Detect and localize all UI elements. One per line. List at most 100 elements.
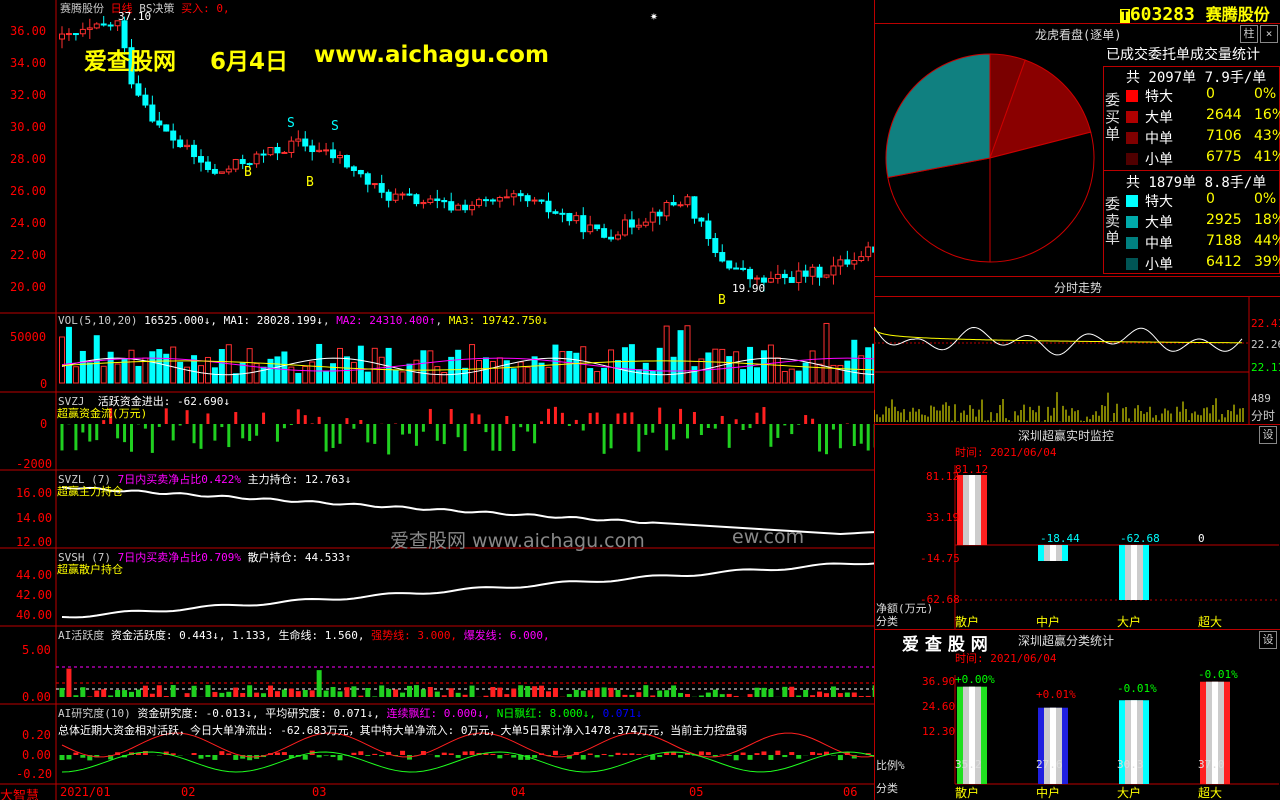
row-name: 特大 bbox=[1145, 194, 1173, 210]
candle bbox=[204, 161, 211, 170]
candle bbox=[615, 234, 621, 240]
research-bar bbox=[754, 753, 760, 755]
stock-name: 赛腾股份 bbox=[60, 2, 104, 15]
mon-cat: 散户 bbox=[955, 615, 980, 629]
activity-bar bbox=[288, 688, 294, 697]
flow-bar bbox=[477, 414, 481, 424]
candle bbox=[489, 199, 496, 202]
candle bbox=[184, 144, 191, 148]
row-name: 小单 bbox=[1145, 152, 1173, 168]
research-bar bbox=[226, 753, 232, 755]
flow-bar bbox=[178, 424, 182, 426]
candle bbox=[330, 149, 337, 159]
candle bbox=[642, 221, 649, 226]
cls-xlabel: 分类 bbox=[876, 782, 898, 795]
retail-net-bar-shine bbox=[969, 475, 975, 545]
flow-bar bbox=[567, 424, 571, 426]
research-bar bbox=[59, 755, 65, 761]
research-bar bbox=[775, 750, 781, 755]
candle bbox=[621, 219, 628, 236]
air-axis-zero: 0.00 bbox=[22, 748, 51, 762]
research-bar bbox=[705, 752, 711, 755]
volume-bar bbox=[740, 369, 747, 384]
activity-bar bbox=[135, 689, 141, 697]
buy-total: 共 2097单 7.9手/单 bbox=[1126, 70, 1267, 86]
candle bbox=[149, 104, 156, 122]
close-button[interactable]: × bbox=[1260, 25, 1278, 43]
candle bbox=[59, 33, 65, 40]
volume-bar bbox=[823, 322, 830, 384]
flow-bar bbox=[609, 424, 613, 449]
candle bbox=[545, 200, 552, 213]
volume-bar bbox=[156, 349, 163, 384]
activity-bar bbox=[365, 688, 371, 697]
candle bbox=[135, 83, 142, 96]
activity-bar bbox=[226, 691, 232, 697]
candle bbox=[684, 196, 691, 206]
mon-axis-2: 33.19 bbox=[926, 511, 960, 524]
ai-burst-line: 爆发线: 6.000, bbox=[463, 629, 550, 642]
row-count: 7106 bbox=[1206, 128, 1242, 144]
volume-bar bbox=[427, 350, 434, 384]
flow-bar bbox=[526, 424, 530, 432]
volume-bar bbox=[760, 350, 767, 384]
candle bbox=[482, 199, 489, 202]
volume-bar bbox=[635, 369, 642, 384]
candle bbox=[691, 196, 698, 219]
candle bbox=[93, 23, 100, 29]
flow-bar bbox=[88, 424, 92, 442]
candle bbox=[601, 228, 608, 238]
retail-holding-line bbox=[61, 562, 874, 619]
volume-bar bbox=[552, 344, 559, 384]
activity-bar bbox=[844, 692, 850, 697]
volume-bar bbox=[621, 347, 628, 384]
activity-bar bbox=[837, 693, 843, 697]
research-bar bbox=[594, 755, 600, 758]
flow-bar bbox=[192, 424, 196, 444]
volume-bar bbox=[86, 362, 93, 384]
research-bar bbox=[205, 755, 211, 757]
research-bar bbox=[837, 755, 843, 761]
flow-bar bbox=[463, 424, 467, 452]
activity-bar bbox=[87, 696, 93, 697]
cls-settings-button[interactable]: 设 bbox=[1259, 631, 1277, 649]
volume-bar bbox=[677, 330, 684, 384]
research-bar bbox=[441, 752, 447, 755]
activity-bar bbox=[393, 689, 399, 697]
price-tick: 22.00 bbox=[10, 248, 47, 262]
activity-bar bbox=[73, 695, 79, 697]
flow-bar bbox=[866, 424, 870, 451]
sell-signal-marker: S bbox=[287, 116, 295, 131]
candle bbox=[392, 193, 399, 201]
svsh-axis-42: 42.00 bbox=[16, 588, 53, 602]
activity-bar bbox=[448, 688, 454, 697]
candle bbox=[816, 266, 823, 278]
price-tick: 24.00 bbox=[10, 216, 47, 230]
candle bbox=[281, 151, 288, 154]
activity-bar bbox=[789, 686, 795, 697]
flow-bar bbox=[797, 424, 801, 425]
research-bar bbox=[796, 755, 802, 759]
activity-bar bbox=[796, 695, 802, 697]
activity-bar bbox=[142, 685, 148, 697]
flow-bar bbox=[387, 424, 391, 455]
activity-bar bbox=[219, 692, 225, 697]
volume-bar bbox=[316, 343, 323, 384]
fs-vol-label2: 分时 bbox=[1251, 409, 1276, 423]
activity-bar bbox=[587, 690, 593, 697]
research-bar bbox=[810, 751, 816, 755]
row-pct: 44% bbox=[1254, 233, 1280, 249]
activity-bar bbox=[497, 687, 503, 697]
legend-swatch bbox=[1126, 153, 1138, 165]
activity-bar bbox=[851, 692, 857, 697]
candle bbox=[350, 166, 357, 171]
pin-button[interactable]: 柱 bbox=[1240, 25, 1258, 43]
price-tick: 32.00 bbox=[10, 88, 47, 102]
research-bar bbox=[400, 750, 406, 755]
activity-bar bbox=[101, 689, 107, 697]
flow-bar bbox=[60, 424, 64, 451]
research-bar bbox=[497, 755, 503, 759]
volume-bar bbox=[691, 366, 698, 384]
research-bar bbox=[73, 752, 79, 755]
x-tick: 06 bbox=[843, 785, 858, 799]
